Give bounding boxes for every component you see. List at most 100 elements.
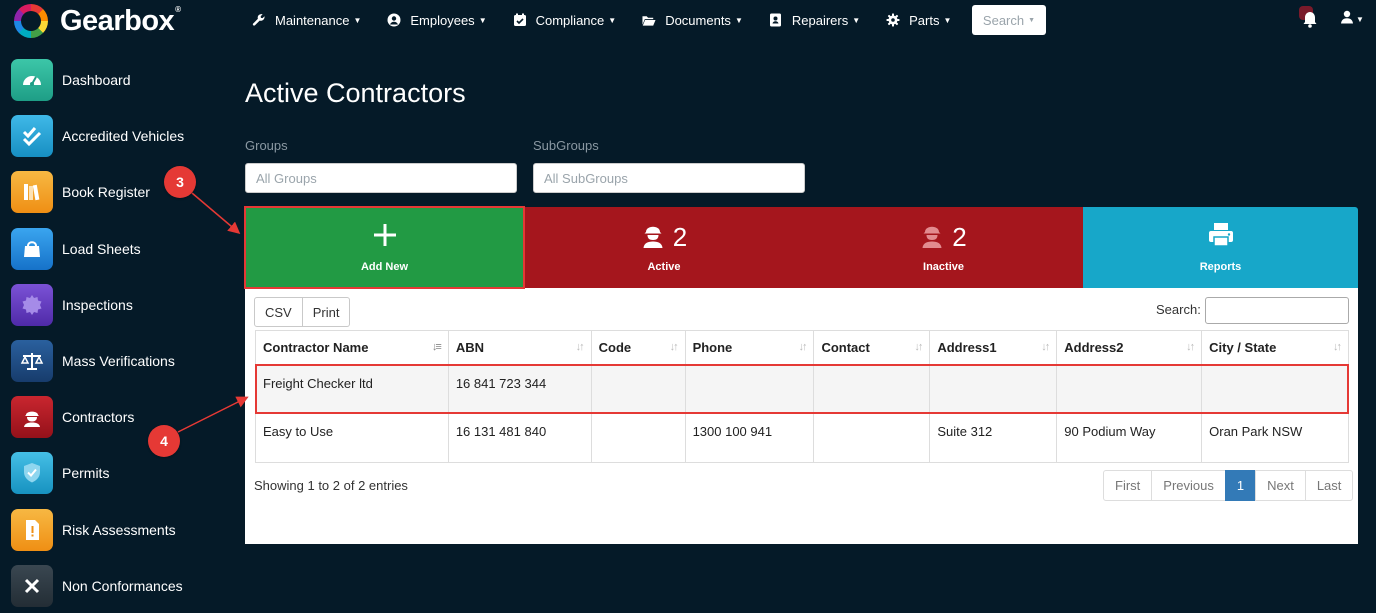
cell-phone [684, 364, 815, 414]
printer-icon [1207, 222, 1235, 253]
cell-abn: 16 841 723 344 [447, 364, 592, 414]
bag-icon [11, 227, 53, 270]
calendar-check-icon [513, 13, 527, 27]
search-dropdown-label: Search [982, 12, 1025, 28]
column-header[interactable]: Code ↓↑ [590, 330, 686, 366]
export-buttons: CSV Print [254, 297, 351, 327]
sidebar-item-mass-verifications[interactable]: Mass Verifications [0, 333, 230, 389]
pagination: First Previous 1 Next Last [1103, 470, 1354, 501]
sidebar-item-label: Book Register [62, 184, 150, 201]
table-row[interactable]: Easy to Use 16 131 481 840 1300 100 941 … [255, 413, 1349, 463]
nav-repairers[interactable]: Repairers ▼ [769, 13, 860, 28]
csv-button[interactable]: CSV [254, 297, 303, 327]
address-book-icon [769, 13, 783, 27]
nav-label: Documents [665, 12, 731, 28]
cell-address1 [929, 364, 1058, 414]
pagination-page-1[interactable]: 1 [1224, 470, 1257, 501]
sort-icon: ↓↑ [1333, 341, 1342, 353]
cell-address2: 90 Podium Way [1056, 413, 1203, 463]
caret-down-icon: ▼ [478, 15, 487, 25]
nav-employees[interactable]: Employees ▼ [387, 13, 487, 28]
hardhat-worker-icon [641, 221, 665, 254]
sort-icon: ↓↑ [798, 341, 807, 353]
table-info: Showing 1 to 2 of 2 entries [254, 478, 408, 493]
sidebar-item-load-sheets[interactable]: Load Sheets [0, 221, 230, 277]
sidebar-item-dashboard[interactable]: Dashboard [0, 52, 230, 108]
brand-name: Gearbox® [60, 4, 181, 37]
tile-label: Add New [360, 260, 409, 273]
column-header[interactable]: Phone ↓↑ [684, 330, 815, 366]
pagination-first[interactable]: First [1103, 470, 1153, 501]
reports-tile[interactable]: Reports [1083, 207, 1358, 288]
gearbox-logo-icon [14, 4, 48, 38]
sidebar-item-book-register[interactable]: Book Register [0, 164, 230, 220]
pagination-last[interactable]: Last [1304, 470, 1354, 501]
nav-documents[interactable]: Documents ▼ [642, 13, 743, 28]
books-icon [11, 171, 53, 214]
user-circle-icon [387, 13, 401, 27]
sidebar-item-label: Contractors [62, 409, 135, 426]
caret-down-icon: ▼ [608, 15, 617, 25]
nav-compliance[interactable]: Compliance ▼ [513, 13, 617, 28]
cell-code [590, 413, 686, 463]
sidebar-item-non-conformances[interactable]: Non Conformances [0, 558, 230, 613]
sort-icon: ↓↑ [669, 341, 679, 353]
sidebar-item-label: Load Sheets [62, 240, 141, 257]
hardhat-worker-icon [920, 221, 944, 254]
caret-down-icon: ▼ [1356, 15, 1364, 24]
gearbox-logo[interactable]: Gearbox® [14, 3, 181, 39]
pagination-next[interactable]: Next [1255, 470, 1306, 501]
user-menu[interactable]: ▼ [1340, 10, 1364, 29]
column-header[interactable]: Contact ↓↑ [813, 330, 931, 366]
table-row[interactable]: Freight Checker ltd 16 841 723 344 [255, 364, 1349, 414]
column-header[interactable]: Address1 ↓↑ [929, 330, 1058, 366]
subgroups-label: SubGroups [533, 138, 599, 153]
groups-select[interactable]: All Groups [245, 163, 517, 193]
column-header[interactable]: Address2 ↓↑ [1056, 330, 1203, 366]
sidebar-item-contractors[interactable]: Contractors [0, 389, 230, 445]
cell-city-state [1201, 364, 1349, 414]
sidebar-item-risk-assessments[interactable]: Risk Assessments [0, 502, 230, 558]
search-dropdown[interactable]: Search ▼ [972, 5, 1046, 35]
table-search-input[interactable] [1205, 297, 1349, 324]
tile-label: Reports [1199, 260, 1242, 273]
sidebar-item-inspections[interactable]: Inspections [0, 277, 230, 333]
nav-label: Parts [909, 12, 940, 28]
sidebar-item-label: Mass Verifications [62, 353, 175, 370]
pagination-previous[interactable]: Previous [1151, 470, 1226, 501]
sidebar-item-accredited-vehicles[interactable]: Accredited Vehicles [0, 108, 230, 164]
nav-maintenance[interactable]: Maintenance ▼ [252, 13, 361, 28]
table-header-row: Contractor Name ↓≡ ABN ↓↑ Code ↓↑ Phone ↓↑ C… [255, 330, 1349, 366]
add-new-tile[interactable]: Add New [245, 207, 524, 288]
double-check-icon [11, 115, 53, 158]
sidebar-item-permits[interactable]: Permits [0, 445, 230, 501]
gear-icon [886, 13, 900, 27]
table-search-label: Search: [1156, 302, 1201, 317]
folder-open-icon [642, 13, 656, 27]
sort-desc-icon: ↓≡ [431, 341, 442, 353]
badge-icon [11, 283, 53, 326]
cell-address1: Suite 312 [929, 413, 1058, 463]
inactive-count: 2 [952, 222, 967, 252]
sort-icon: ↓↑ [1186, 341, 1195, 353]
tile-label: Active [647, 260, 681, 273]
bell-icon[interactable] [1300, 8, 1320, 30]
scales-icon [11, 340, 53, 383]
nav-label: Maintenance [275, 12, 350, 28]
caret-down-icon: ▼ [734, 15, 743, 25]
column-header[interactable]: ABN ↓↑ [447, 330, 592, 366]
subgroups-select[interactable]: All SubGroups [533, 163, 805, 193]
groups-label: Groups [245, 138, 288, 153]
top-nav: Maintenance ▼ Employees ▼ Compliance ▼ Docu… [252, 0, 977, 40]
annotation-marker-3: 3 [164, 166, 196, 198]
inactive-tile[interactable]: 2 Inactive [804, 207, 1083, 288]
active-count: 2 [672, 222, 688, 252]
caret-down-icon: ▼ [353, 15, 362, 25]
cell-address2 [1056, 364, 1203, 414]
active-tile[interactable]: 2 Active [524, 207, 804, 288]
caret-down-icon: ▼ [852, 15, 861, 25]
column-header[interactable]: City / State ↓↑ [1201, 330, 1349, 366]
print-button[interactable]: Print [302, 297, 351, 327]
nav-parts[interactable]: Parts ▼ [886, 13, 951, 28]
column-header[interactable]: Contractor Name ↓≡ [255, 330, 449, 366]
